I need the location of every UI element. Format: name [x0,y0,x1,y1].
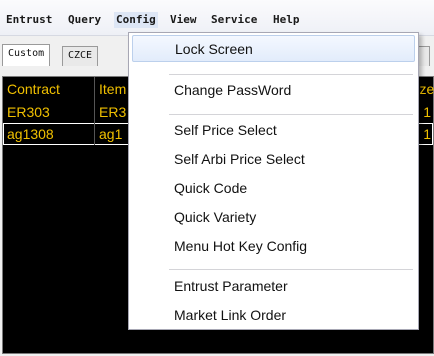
config-dropdown-menu: Lock Screen Change PassWord Self Price S… [128,32,419,330]
menu-help[interactable]: Help [271,12,302,28]
column-header-contract[interactable]: Contract [3,77,95,101]
menu-item-quick-variety[interactable]: Quick Variety [132,204,415,231]
menu-item-menu-hot-key-config[interactable]: Menu Hot Key Config [132,233,415,260]
tab-czce[interactable]: CZCE [62,46,99,66]
tab-custom[interactable]: Custom [2,44,51,66]
menu-config[interactable]: Config [114,12,158,28]
menu-bar: Entrust Query Config View Service Help [0,0,434,36]
menu-query[interactable]: Query [66,12,103,28]
menu-entrust[interactable]: Entrust [4,12,54,28]
menu-view[interactable]: View [168,12,199,28]
menu-separator [169,74,413,75]
menu-separator [169,114,413,115]
menu-item-quick-code[interactable]: Quick Code [132,175,415,202]
cell-contract: ER303 [3,101,95,123]
cell-contract: ag1308 [3,123,95,145]
menu-item-market-link-order[interactable]: Market Link Order [132,302,415,329]
menu-item-change-password[interactable]: Change PassWord [132,77,415,104]
menu-item-entrust-parameter[interactable]: Entrust Parameter [132,273,415,300]
menu-item-self-arbi-price-select[interactable]: Self Arbi Price Select [132,146,415,173]
menu-item-lock-screen[interactable]: Lock Screen [132,35,415,62]
menu-separator [169,269,413,270]
menu-service[interactable]: Service [209,12,259,28]
menu-item-self-price-select[interactable]: Self Price Select [132,117,415,144]
